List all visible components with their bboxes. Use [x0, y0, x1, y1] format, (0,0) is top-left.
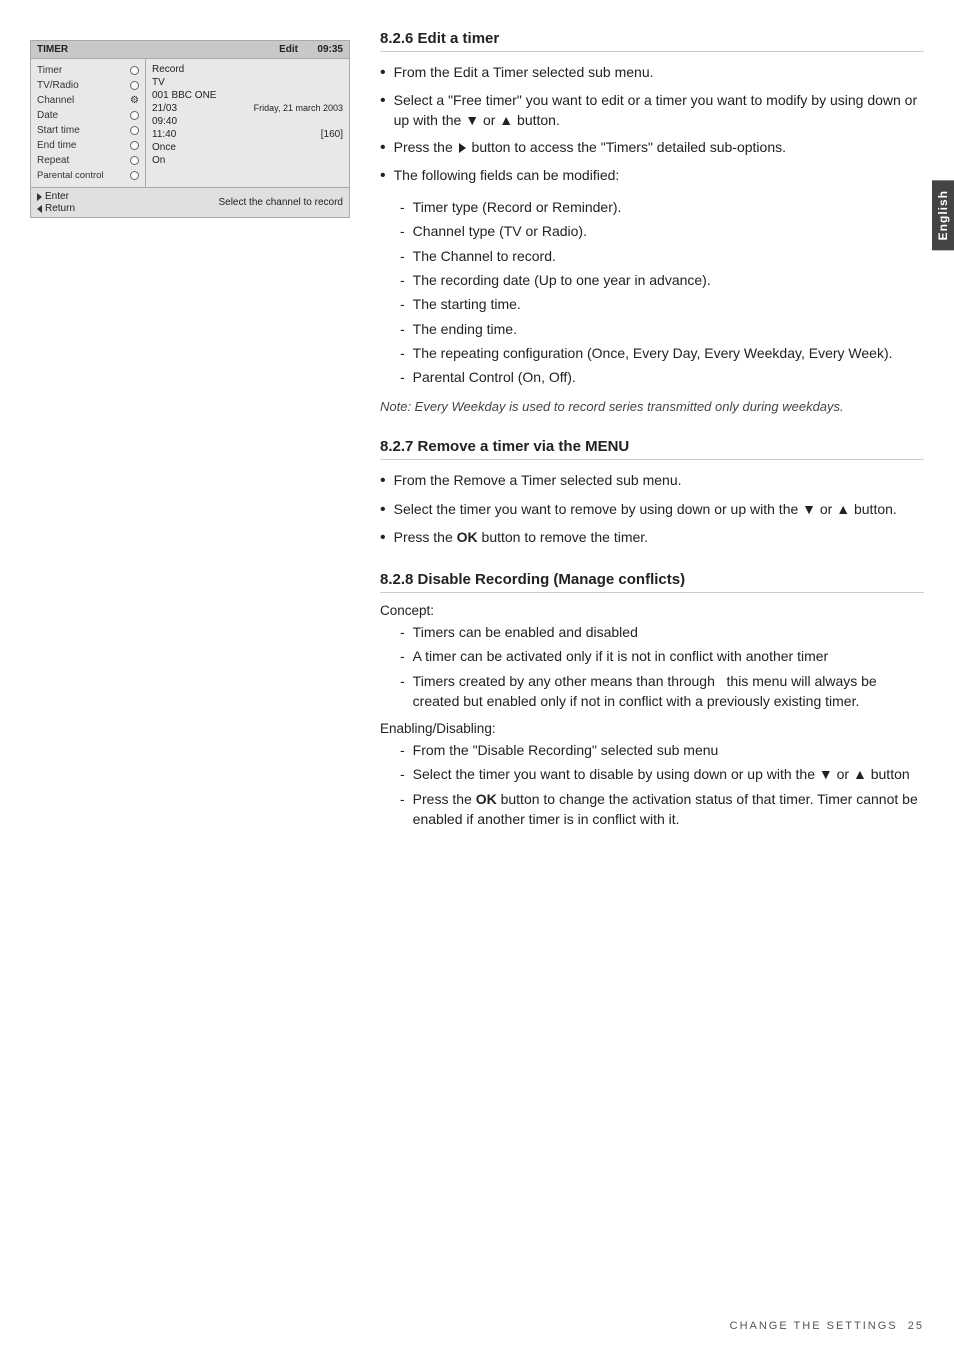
tv-menu-row-timer: Timer: [31, 63, 145, 78]
tv-menu-panel: TIMER Edit 09:35 Timer TV/Radio Channel: [30, 40, 350, 218]
dash-828-e3: Press the OK button to change the activa…: [400, 789, 924, 830]
nav-items: Enter Return: [37, 191, 75, 214]
dash-828-c2: A timer can be activated only if it is n…: [400, 646, 924, 666]
dash-826-3: The Channel to record.: [400, 246, 924, 266]
dash-826-6: The ending time.: [400, 319, 924, 339]
tv-menu-body: Timer TV/Radio Channel ⚙ Date Start time: [31, 59, 349, 187]
enabling-label: Enabling/Disabling:: [380, 721, 924, 736]
tv-menu-right-row-once: Once: [152, 141, 343, 154]
tv-menu-right-row-date: 21/03Friday, 21 march 2003: [152, 102, 343, 115]
dash-826-7: The repeating configuration (Once, Every…: [400, 343, 924, 363]
section-828-enabling-dashes: From the "Disable Recording" selected su…: [400, 740, 924, 829]
tv-menu-title: TIMER: [37, 44, 68, 55]
dash-826-1: Timer type (Record or Reminder).: [400, 197, 924, 217]
tv-menu-row-repeat: Repeat: [31, 153, 145, 168]
radio-timer: [130, 66, 139, 75]
nav-return: Return: [37, 203, 75, 214]
section-827: 8.2.7 Remove a timer via the MENU From t…: [380, 438, 924, 549]
page-footer: CHANGE THE SETTINGS 25: [730, 1320, 924, 1332]
tv-menu-right-row-record: Record: [152, 63, 343, 76]
radio-parental: [130, 171, 139, 180]
tv-menu-row-tvradio: TV/Radio: [31, 78, 145, 93]
settings-icon: ⚙: [130, 95, 139, 106]
bullet-827-1: From the Remove a Timer selected sub men…: [380, 470, 924, 492]
section-828: 8.2.8 Disable Recording (Manage conflict…: [380, 571, 924, 829]
concept-label: Concept:: [380, 603, 924, 618]
section-826: 8.2.6 Edit a timer From the Edit a Timer…: [380, 30, 924, 416]
radio-endtime: [130, 141, 139, 150]
radio-date: [130, 111, 139, 120]
dash-826-2: Channel type (TV or Radio).: [400, 221, 924, 241]
footer-hint: Select the channel to record: [218, 197, 343, 208]
section-826-dashes: Timer type (Record or Reminder). Channel…: [400, 197, 924, 387]
tv-menu-header: TIMER Edit 09:35: [31, 41, 349, 59]
section-827-heading: 8.2.7 Remove a timer via the MENU: [380, 438, 924, 460]
dash-828-c1: Timers can be enabled and disabled: [400, 622, 924, 642]
radio-tvradio: [130, 81, 139, 90]
section-826-bullets: From the Edit a Timer selected sub menu.…: [380, 62, 924, 187]
section-828-heading: 8.2.8 Disable Recording (Manage conflict…: [380, 571, 924, 593]
tv-menu-row-parental: Parental control: [31, 168, 145, 183]
dash-828-c3: Timers created by any other means than t…: [400, 671, 924, 712]
bullet-826-4: The following fields can be modified:: [380, 165, 924, 187]
tv-menu-footer: Enter Return Select the channel to recor…: [31, 187, 349, 217]
bullet-826-2: Select a "Free timer" you want to edit o…: [380, 90, 924, 131]
radio-starttime: [130, 126, 139, 135]
tv-menu-right-row-tv: TV: [152, 76, 343, 89]
tv-menu-right-row-channel: 001 BBC ONE: [152, 89, 343, 102]
bullet-827-3: Press the OK button to remove the timer.: [380, 527, 924, 549]
dash-828-e2: Select the timer you want to disable by …: [400, 764, 924, 784]
bullet-827-2: Select the timer you want to remove by u…: [380, 499, 924, 521]
dash-826-8: Parental Control (On, Off).: [400, 367, 924, 387]
tv-menu-row-endtime: End time: [31, 138, 145, 153]
section-826-heading: 8.2.6 Edit a timer: [380, 30, 924, 52]
tv-menu: TIMER Edit 09:35 Timer TV/Radio Channel: [30, 40, 350, 218]
triangle-right-icon: [37, 193, 42, 201]
section-826-note: Note: Every Weekday is used to record se…: [380, 398, 924, 417]
bullet-826-1: From the Edit a Timer selected sub menu.: [380, 62, 924, 84]
tv-menu-right-row-endtime: 11:40[160]: [152, 128, 343, 141]
dash-826-4: The recording date (Up to one year in ad…: [400, 270, 924, 290]
triangle-left-icon: [37, 205, 42, 213]
tv-menu-right-row-on: On: [152, 154, 343, 167]
tv-menu-edit-label: Edit 09:35: [279, 44, 343, 55]
section-828-concept-dashes: Timers can be enabled and disabled A tim…: [400, 622, 924, 711]
right-panel: 8.2.6 Edit a timer From the Edit a Timer…: [380, 30, 924, 849]
dash-828-e1: From the "Disable Recording" selected su…: [400, 740, 924, 760]
tv-menu-right-col: Record TV 001 BBC ONE 21/03Friday, 21 ma…: [146, 59, 349, 187]
english-tab: English: [932, 180, 954, 250]
play-icon: [459, 143, 466, 153]
tv-menu-left-col: Timer TV/Radio Channel ⚙ Date Start time: [31, 59, 146, 187]
tv-menu-row-starttime: Start time: [31, 123, 145, 138]
tv-menu-right-row-starttime: 09:40: [152, 115, 343, 128]
tv-menu-row-channel: Channel ⚙: [31, 93, 145, 108]
bullet-826-3: Press the button to access the "Timers" …: [380, 137, 924, 159]
radio-repeat: [130, 156, 139, 165]
section-827-bullets: From the Remove a Timer selected sub men…: [380, 470, 924, 549]
dash-826-5: The starting time.: [400, 294, 924, 314]
tv-menu-row-date: Date: [31, 108, 145, 123]
nav-enter: Enter: [37, 191, 75, 202]
